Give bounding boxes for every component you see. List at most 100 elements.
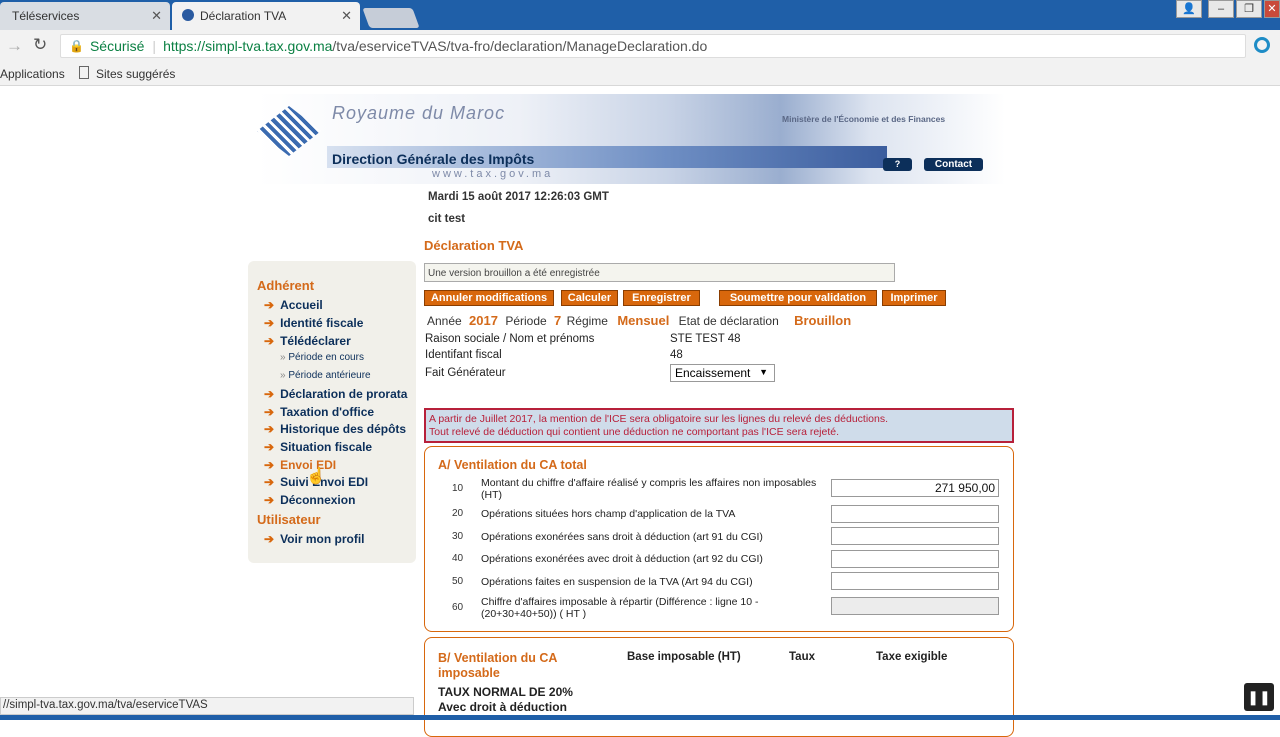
- close-window-button[interactable]: ✕: [1264, 0, 1280, 18]
- identifiant-fiscal-label: Identifant fiscal: [425, 349, 502, 361]
- save-button[interactable]: Enregistrer: [623, 290, 700, 306]
- ministry-title: Ministère de l'Économie et des Finances: [782, 114, 946, 124]
- annee-label: Année: [427, 314, 462, 328]
- new-tab-button[interactable]: [362, 8, 420, 28]
- cancel-changes-button[interactable]: Annuler modifications: [424, 290, 554, 306]
- datetime-label: Mardi 15 août 2017 12:26:03 GMT: [428, 191, 609, 203]
- regime-value: Mensuel: [617, 313, 670, 328]
- tab-label: Déclaration TVA: [200, 9, 287, 23]
- droit-deduction-label: Avec droit à déduction: [438, 700, 567, 714]
- sidebar-subitem-periode-anterieure[interactable]: » Période antérieure: [280, 370, 371, 381]
- etat-label: Etat de déclaration: [678, 314, 779, 328]
- secure-label: Sécurisé: [89, 38, 145, 54]
- lock-icon: 🔒: [69, 39, 84, 53]
- row-number: 30: [452, 531, 464, 542]
- reload-icon[interactable]: ↻: [33, 35, 47, 55]
- dropdown-arrow-icon: ▼: [759, 367, 768, 377]
- row-number: 60: [452, 602, 464, 613]
- tab-teleservices[interactable]: Téléservices ✕: [0, 2, 170, 30]
- fait-generateur-select[interactable]: Encaissement ▼: [670, 364, 775, 382]
- bookmarks-bar: Applications Sites suggérés: [0, 62, 1280, 86]
- identifiant-fiscal-value: 48: [670, 349, 683, 361]
- exonerees-avec-droit-input[interactable]: [831, 550, 999, 568]
- annee-value: 2017: [469, 313, 498, 328]
- ice-alert: A partir de Juillet 2017, la mention de …: [424, 408, 1014, 443]
- back-arrow-icon[interactable]: →: [6, 36, 23, 56]
- periode-label: Période: [505, 314, 547, 328]
- row-number: 40: [452, 553, 464, 564]
- minimize-button[interactable]: –: [1208, 0, 1234, 18]
- tab-declaration-tva[interactable]: Déclaration TVA ✕: [172, 2, 360, 30]
- row-number: 10: [452, 483, 464, 494]
- website-label: www.tax.gov.ma: [432, 168, 554, 180]
- url-path: /tva/eserviceTVAS/tva-fro/declaration/Ma…: [332, 38, 708, 54]
- taux-normal-label: TAUX NORMAL DE 20%: [438, 685, 573, 699]
- close-icon[interactable]: ✕: [151, 8, 162, 24]
- sidebar-item-taxation-office[interactable]: ➔ Taxation d'office: [264, 405, 374, 419]
- etat-value: Brouillon: [794, 313, 852, 328]
- user-label: cit test: [428, 213, 466, 225]
- exonerees-sans-droit-input[interactable]: [831, 527, 999, 545]
- col-taux: Taux: [789, 651, 815, 663]
- row-label: Montant du chiffre d'affaire réalisé y c…: [481, 477, 817, 501]
- alert-line-1: A partir de Juillet 2017, la mention de …: [429, 413, 889, 425]
- tab-label: Téléservices: [12, 9, 80, 23]
- alert-line-2: Tout relevé de déduction qui contient un…: [429, 426, 840, 438]
- direction-title: Direction Générale des Impôts: [332, 151, 535, 167]
- print-button[interactable]: Imprimer: [882, 290, 946, 306]
- hors-champ-input[interactable]: [831, 505, 999, 523]
- regime-label: Régime: [566, 314, 608, 328]
- kingdom-title: Royaume du Maroc: [332, 103, 506, 123]
- address-bar[interactable]: 🔒 Sécurisé | https://simpl-tva.tax.gov.m…: [60, 34, 1246, 58]
- close-icon[interactable]: ✕: [341, 8, 352, 24]
- sidebar-item-declaration-prorata[interactable]: ➔ Déclaration de prorata: [264, 387, 407, 401]
- profile-icon[interactable]: 👤: [1176, 0, 1202, 18]
- ca-imposable-input: [831, 597, 999, 615]
- sidebar-item-accueil[interactable]: ➔ Accueil: [264, 298, 323, 312]
- taskbar-strip: [0, 715, 1280, 720]
- maximize-button[interactable]: ❐: [1236, 0, 1262, 18]
- periode-value: 7: [554, 313, 562, 328]
- dgi-banner: Royaume du Maroc Ministère de l'Économie…: [257, 94, 1005, 184]
- extension-icon[interactable]: [1254, 37, 1270, 53]
- contact-button[interactable]: Contact: [924, 158, 983, 171]
- ca-total-input[interactable]: 271 950,00: [831, 479, 999, 497]
- sidebar-item-teledeclarer[interactable]: ➔ Télédéclarer: [264, 334, 351, 348]
- sidebar-section-adherent: Adhérent: [257, 278, 315, 293]
- sidebar-subitem-periode-en-cours[interactable]: » Période en cours: [280, 352, 364, 363]
- sidebar-item-voir-profil[interactable]: ➔ Voir mon profil: [264, 532, 365, 546]
- section-b-title: B/ Ventilation du CA imposable: [438, 651, 557, 680]
- submit-validation-button[interactable]: Soumettre pour validation: [719, 290, 877, 306]
- suspension-tva-input[interactable]: [831, 572, 999, 590]
- hand-cursor-icon: ☝: [306, 468, 326, 485]
- row-label: Opérations exonérées avec droit à déduct…: [481, 553, 763, 565]
- row-label: Opérations situées hors champ d'applicat…: [481, 508, 736, 520]
- bookmark-applications[interactable]: Applications: [0, 67, 65, 81]
- row-label: Opérations exonérées sans droit à déduct…: [481, 531, 763, 543]
- help-button[interactable]: ?: [883, 158, 912, 171]
- sidebar-item-situation-fiscale[interactable]: ➔ Situation fiscale: [264, 440, 372, 454]
- url-host: https://simpl-tva.tax.gov.ma: [163, 38, 333, 54]
- col-base-imposable: Base imposable (HT): [627, 651, 741, 663]
- fait-generateur-label: Fait Générateur: [425, 367, 506, 379]
- draft-notice: Une version brouillon a été enregistrée: [424, 263, 895, 282]
- bookmark-sites-suggeres[interactable]: Sites suggérés: [96, 67, 175, 81]
- section-a-title: A/ Ventilation du CA total: [438, 458, 587, 472]
- browser-tab-bar: Téléservices ✕ Déclaration TVA ✕ 👤 – ❐ ✕: [0, 0, 1280, 30]
- pause-icon[interactable]: ❚❚: [1244, 683, 1274, 711]
- row-number: 50: [452, 576, 464, 587]
- separator: |: [152, 38, 157, 54]
- status-url-bar: //simpl-tva.tax.gov.ma/tva/eserviceTVAS: [0, 697, 414, 715]
- row-number: 20: [452, 508, 464, 519]
- row-label: Chiffre d'affaires imposable à répartir …: [481, 596, 759, 620]
- col-taxe-exigible: Taxe exigible: [876, 651, 948, 663]
- sidebar-item-identite-fiscale[interactable]: ➔ Identité fiscale: [264, 316, 363, 330]
- raison-sociale-label: Raison sociale / Nom et prénoms: [425, 333, 595, 345]
- declaration-header-line: Année 2017 Période 7 Régime Mensuel Etat…: [427, 313, 851, 328]
- row-label: Opérations faites en suspension de la TV…: [481, 576, 753, 588]
- sidebar-item-deconnexion[interactable]: ➔ Déconnexion: [264, 493, 355, 507]
- sidebar-item-historique-depots[interactable]: ➔ Historique des dépôts: [264, 422, 406, 436]
- sidebar-section-utilisateur: Utilisateur: [257, 512, 321, 527]
- calculate-button[interactable]: Calculer: [561, 290, 618, 306]
- page-title: Déclaration TVA: [424, 238, 524, 253]
